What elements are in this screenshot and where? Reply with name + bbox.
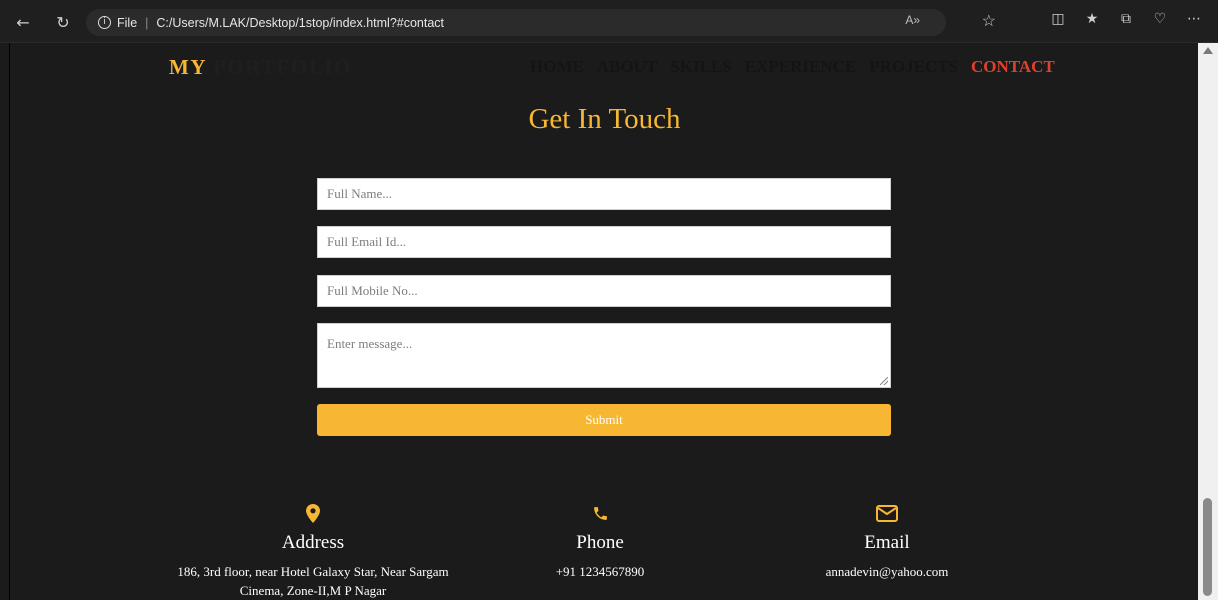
info-icon[interactable]: i xyxy=(98,16,111,29)
heart-icon[interactable]: ♡ xyxy=(1150,11,1170,27)
logo-portfolio: PORTFOLIO xyxy=(212,55,352,79)
collections-icon[interactable]: ⧉ xyxy=(1116,11,1136,27)
full-name-placeholder: Full Name... xyxy=(327,186,392,201)
main-nav: HOME ABOUT SKILLS EXPERIENCE PROJECTS CO… xyxy=(530,57,1055,77)
page-viewport: MY PORTFOLIO HOME ABOUT SKILLS EXPERIENC… xyxy=(9,43,1198,600)
address-bar[interactable]: i File | C:/Users/M.LAK/Desktop/1stop/in… xyxy=(86,9,996,36)
nav-skills[interactable]: SKILLS xyxy=(670,57,731,77)
read-aloud-icon[interactable]: A» xyxy=(905,13,920,27)
resize-handle-icon[interactable] xyxy=(880,377,888,385)
nav-projects[interactable]: PROJECTS xyxy=(869,57,958,77)
refresh-icon[interactable]: ↻ xyxy=(50,9,76,35)
email-heading: Email xyxy=(864,532,910,553)
nav-home[interactable]: HOME xyxy=(530,57,584,77)
url-text[interactable]: C:/Users/M.LAK/Desktop/1stop/index.html?… xyxy=(156,16,444,30)
message-placeholder: Enter message... xyxy=(327,336,413,351)
file-label: File xyxy=(117,15,138,30)
mobile-placeholder: Full Mobile No... xyxy=(327,283,418,298)
email-text: annadevin@yahoo.com xyxy=(825,564,949,579)
email-input[interactable]: Full Email Id... xyxy=(317,226,891,258)
submit-button[interactable]: Submit xyxy=(317,404,891,436)
favorite-star-icon[interactable]: ☆ xyxy=(982,11,996,31)
logo-my: MY xyxy=(169,55,207,79)
nav-about[interactable]: ABOUT xyxy=(597,57,657,77)
page-scrollbar[interactable] xyxy=(1198,43,1218,600)
site-logo[interactable]: MY PORTFOLIO xyxy=(169,55,352,80)
address-heading: Address xyxy=(281,532,345,553)
browser-tools: ◫ ★ ⧉ ♡ ⋯ xyxy=(1048,11,1204,27)
nav-contact[interactable]: CONTACT xyxy=(971,57,1055,77)
phone-icon xyxy=(455,501,745,525)
phone-heading: Phone xyxy=(576,532,624,553)
browser-toolbar: ← ↻ i File | C:/Users/M.LAK/Desktop/1sto… xyxy=(0,0,1218,43)
mobile-input[interactable]: Full Mobile No... xyxy=(317,275,891,307)
email-block: Email annadevin@yahoo.com xyxy=(742,501,1032,581)
address-block: Address 186, 3rd floor, near Hotel Galax… xyxy=(168,501,458,600)
back-arrow-icon[interactable]: ← xyxy=(10,9,36,35)
email-placeholder: Full Email Id... xyxy=(327,234,407,249)
contact-title: Get In Touch xyxy=(528,103,681,135)
phone-text: +91 1234567890 xyxy=(555,564,645,579)
address-separator: | xyxy=(145,15,149,30)
address-text: 186, 3rd floor, near Hotel Galaxy Star, … xyxy=(177,564,449,598)
more-icon[interactable]: ⋯ xyxy=(1184,11,1204,27)
scroll-up-arrow-icon[interactable] xyxy=(1203,47,1213,54)
favorites-icon[interactable]: ★ xyxy=(1082,11,1102,27)
message-textarea[interactable]: Enter message... xyxy=(317,323,891,388)
scrollbar-thumb[interactable] xyxy=(1203,498,1212,596)
full-name-input[interactable]: Full Name... xyxy=(317,178,891,210)
phone-block: Phone +91 1234567890 xyxy=(455,501,745,581)
location-pin-icon xyxy=(168,501,458,525)
nav-experience[interactable]: EXPERIENCE xyxy=(745,57,856,77)
envelope-icon xyxy=(742,501,1032,525)
split-screen-icon[interactable]: ◫ xyxy=(1048,11,1068,27)
